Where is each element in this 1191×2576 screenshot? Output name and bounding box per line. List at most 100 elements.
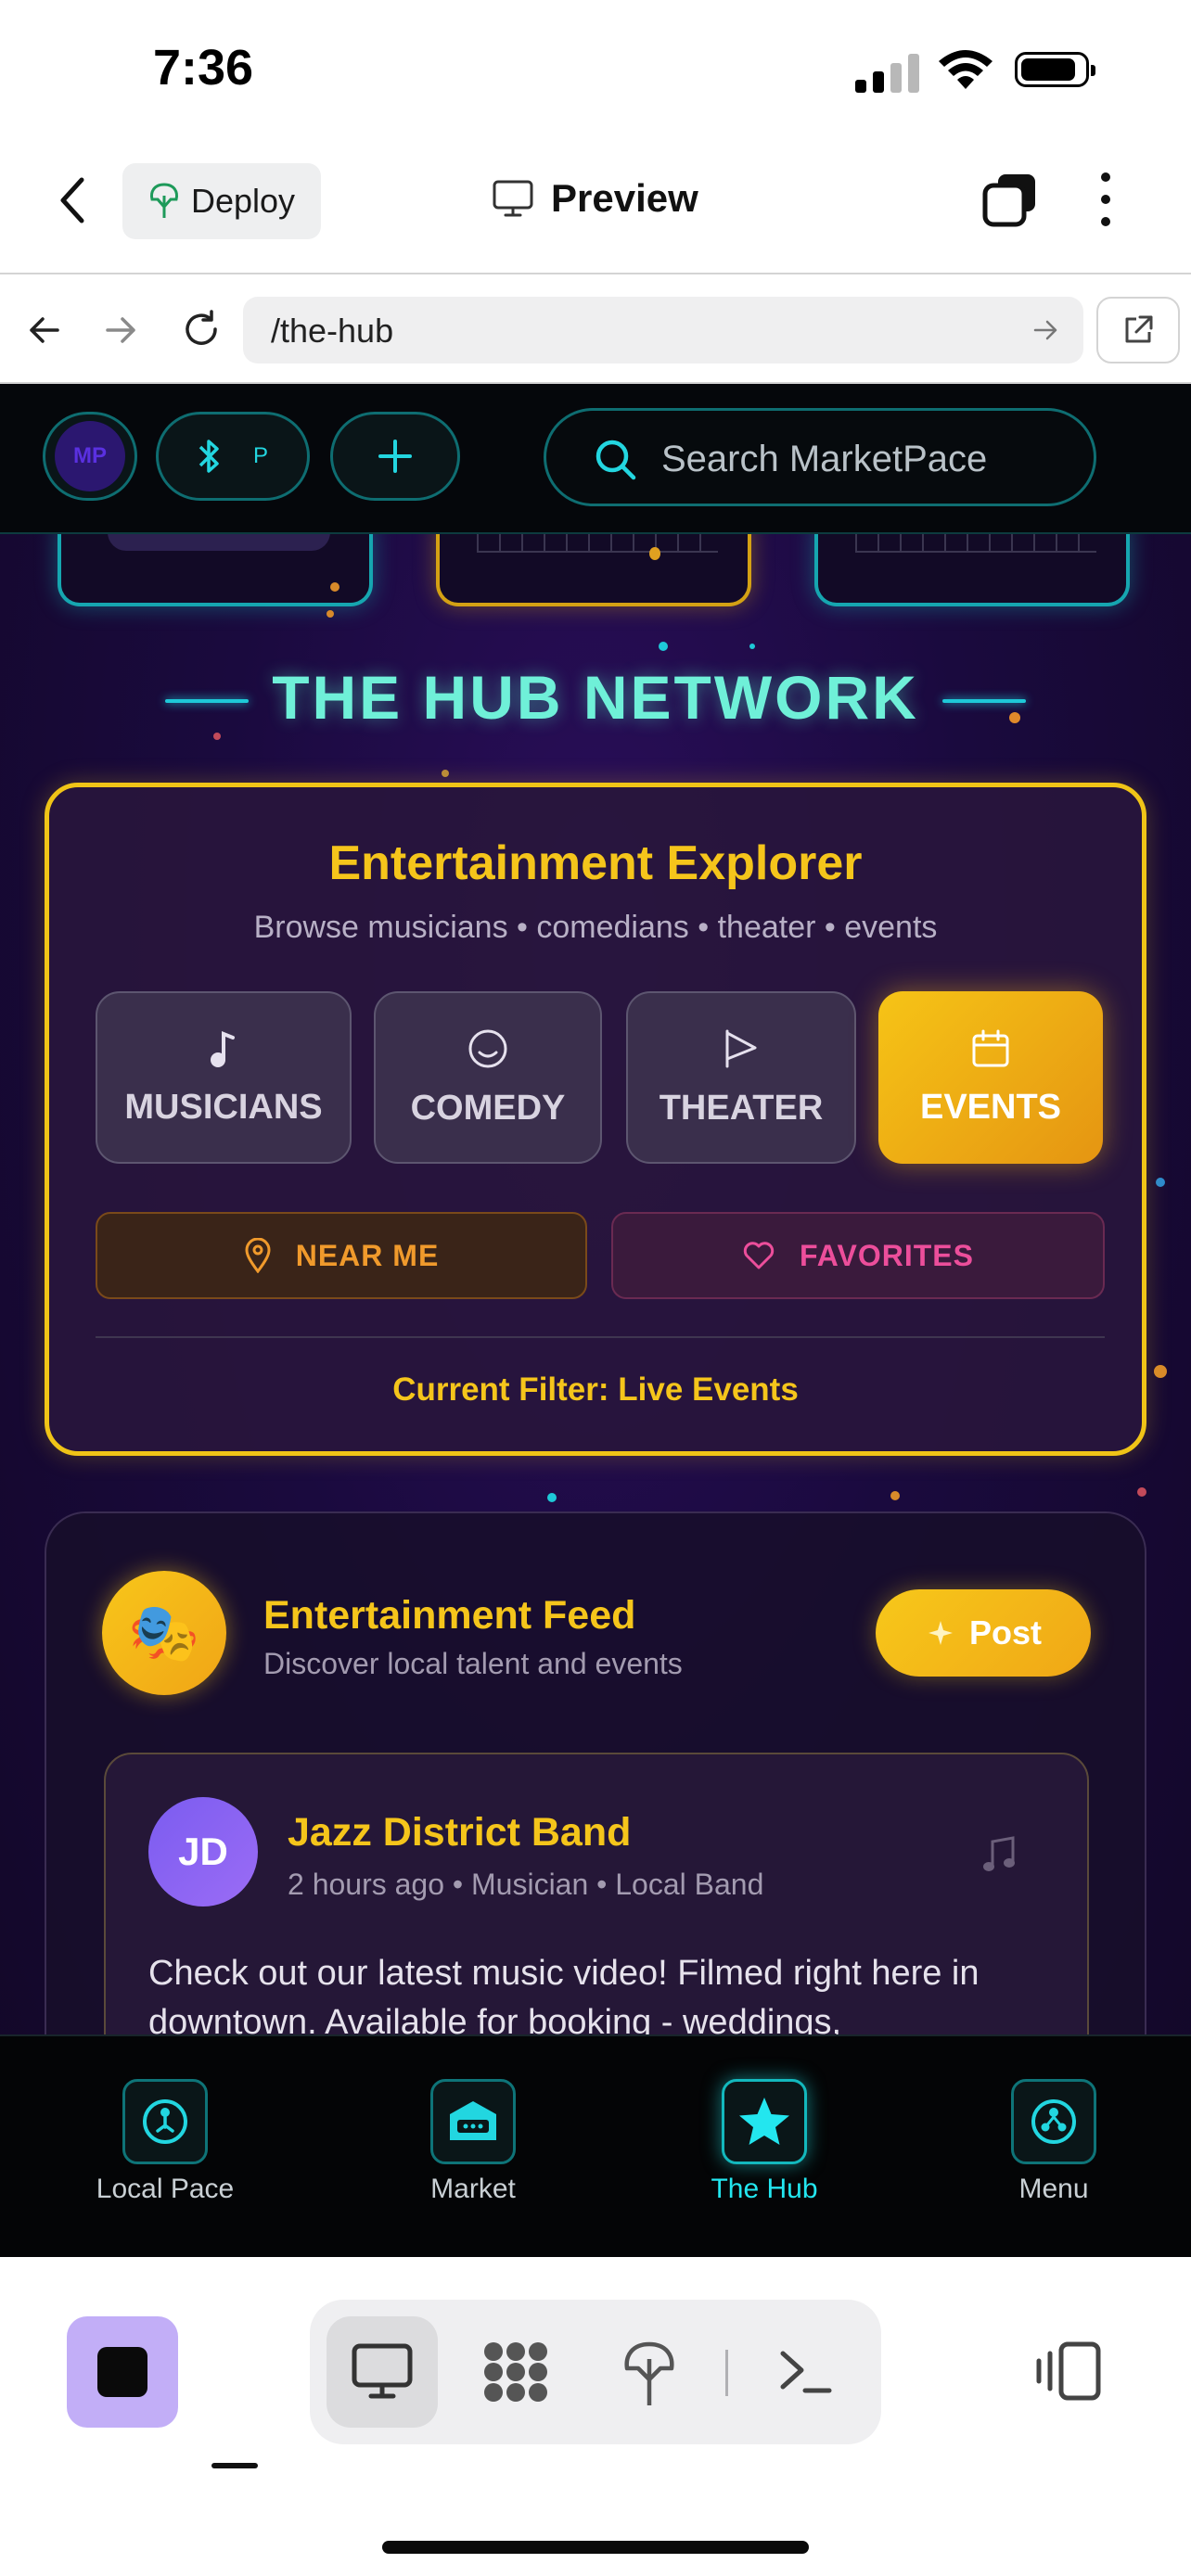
site-bottom-nav: Local Pace Market The Hub Menu bbox=[0, 2034, 1191, 2257]
particle bbox=[327, 610, 334, 618]
category-events-button[interactable]: EVENTS bbox=[878, 991, 1103, 1164]
preview-label: Preview bbox=[551, 176, 698, 220]
search-input[interactable]: Search MarketPace bbox=[544, 408, 1096, 506]
market-icon bbox=[430, 2079, 516, 2164]
open-external-button[interactable] bbox=[1096, 297, 1180, 363]
top-card-right bbox=[814, 523, 1130, 606]
deploy-tree-icon bbox=[150, 183, 178, 218]
bluetooth-icon bbox=[198, 440, 219, 473]
home-indicator bbox=[382, 2541, 809, 2554]
terminal-icon[interactable] bbox=[777, 2348, 833, 2398]
avatar[interactable]: JD bbox=[148, 1797, 258, 1906]
active-indicator bbox=[211, 2463, 258, 2468]
particle bbox=[1154, 1365, 1167, 1378]
smile-icon bbox=[468, 1029, 507, 1067]
star-icon bbox=[722, 2079, 807, 2164]
category-label: COMEDY bbox=[410, 1088, 566, 1128]
post-meta: 2 hours ago • Musician • Local Band bbox=[288, 1868, 764, 1901]
stop-icon bbox=[97, 2347, 147, 2397]
hub-title: THE HUB NETWORK bbox=[272, 663, 919, 732]
bluetooth-label: P bbox=[252, 443, 268, 468]
web-content: MP P Search MarketPace THE HUB NETWORK E… bbox=[0, 384, 1191, 2257]
top-card-center bbox=[436, 523, 751, 606]
apps-grid-icon[interactable] bbox=[480, 2339, 551, 2405]
monitor-icon bbox=[493, 180, 533, 217]
post-label: Post bbox=[968, 1613, 1042, 1651]
favorites-button[interactable]: FAVORITES bbox=[611, 1212, 1105, 1299]
wifi-icon bbox=[939, 50, 992, 89]
feed-title: Entertainment Feed bbox=[263, 1593, 636, 1638]
cellular-signal-icon bbox=[855, 54, 919, 93]
browser-forward-icon[interactable] bbox=[102, 312, 139, 349]
nav-item-menu[interactable]: Menu bbox=[952, 2079, 1156, 2205]
tabs-icon[interactable] bbox=[981, 172, 1039, 230]
sparkle-icon bbox=[928, 1621, 953, 1645]
particle bbox=[749, 644, 755, 649]
nav-item-local-pace[interactable]: Local Pace bbox=[63, 2079, 267, 2205]
explorer-subtitle: Browse musicians • comedians • theater •… bbox=[253, 910, 938, 945]
deploy-button[interactable]: Deploy bbox=[122, 163, 321, 239]
browser-back-icon[interactable] bbox=[26, 312, 63, 349]
category-label: MUSICIANS bbox=[124, 1087, 323, 1127]
nav-item-the-hub[interactable]: The Hub bbox=[662, 2079, 866, 2205]
post-author[interactable]: Jazz District Band bbox=[288, 1810, 631, 1855]
nav-label: The Hub bbox=[711, 2174, 818, 2204]
site-top-bar: MP P Search MarketPace bbox=[0, 384, 1191, 534]
play-flag-icon bbox=[725, 1029, 757, 1067]
music-note-icon bbox=[211, 1030, 235, 1067]
deploy-icon[interactable] bbox=[621, 2340, 677, 2407]
near-me-button[interactable]: NEAR ME bbox=[96, 1212, 587, 1299]
category-label: EVENTS bbox=[919, 1087, 1062, 1127]
particle bbox=[547, 1493, 557, 1502]
favorites-label: FAVORITES bbox=[800, 1238, 974, 1272]
url-field[interactable]: /the-hub bbox=[243, 297, 1083, 363]
theater-masks-icon: 🎭 bbox=[102, 1571, 226, 1695]
post-body: Check out our latest music video! Filmed… bbox=[148, 1954, 980, 2042]
feed-subtitle: Discover local talent and events bbox=[263, 1647, 683, 1680]
entertainment-explorer-panel: Entertainment Explorer Browse musicians … bbox=[45, 783, 1146, 1456]
explorer-divider bbox=[96, 1336, 1105, 1338]
search-placeholder: Search MarketPace bbox=[661, 439, 988, 479]
near-me-label: NEAR ME bbox=[295, 1238, 440, 1272]
more-options-icon[interactable] bbox=[1095, 172, 1117, 228]
local-pace-icon bbox=[122, 2079, 208, 2164]
particle bbox=[442, 770, 449, 777]
calendar-icon bbox=[972, 1029, 1009, 1066]
location-pin-icon bbox=[245, 1238, 271, 1273]
particle bbox=[1137, 1487, 1146, 1497]
category-musicians-button[interactable]: MUSICIANS bbox=[96, 991, 352, 1164]
url-text: /the-hub bbox=[271, 312, 394, 350]
search-icon bbox=[596, 440, 636, 480]
view-mode-segment bbox=[310, 2300, 881, 2444]
particle bbox=[213, 733, 221, 740]
nav-item-market[interactable]: Market bbox=[371, 2079, 575, 2205]
preview-title[interactable]: Preview bbox=[492, 176, 698, 221]
top-card-left bbox=[58, 523, 373, 606]
music-notes-icon bbox=[983, 1836, 1015, 1871]
deploy-label: Deploy bbox=[190, 182, 296, 220]
go-arrow-icon[interactable] bbox=[1033, 319, 1059, 341]
category-theater-button[interactable]: THEATER bbox=[626, 991, 856, 1164]
stop-app-button[interactable] bbox=[67, 2316, 178, 2428]
reload-icon[interactable] bbox=[180, 308, 223, 351]
bluetooth-button[interactable]: P bbox=[156, 412, 310, 501]
heart-icon bbox=[743, 1242, 775, 1269]
category-label: THEATER bbox=[659, 1088, 824, 1128]
category-comedy-button[interactable]: COMEDY bbox=[374, 991, 602, 1164]
device-toggle-icon[interactable] bbox=[1033, 2340, 1104, 2402]
nav-label: Menu bbox=[1018, 2174, 1089, 2204]
add-button[interactable] bbox=[330, 412, 460, 501]
current-filter-text: Current Filter: Live Events bbox=[392, 1371, 799, 1408]
nav-label: Market bbox=[430, 2174, 516, 2204]
particle bbox=[330, 582, 339, 592]
particle bbox=[1156, 1178, 1165, 1187]
mp-logo-button[interactable]: MP bbox=[43, 412, 137, 501]
menu-icon bbox=[1011, 2079, 1096, 2164]
mp-logo: MP bbox=[55, 421, 125, 491]
battery-icon bbox=[1015, 52, 1095, 87]
back-chevron-icon[interactable] bbox=[58, 174, 87, 226]
particle bbox=[890, 1491, 900, 1500]
post-button[interactable]: Post bbox=[876, 1589, 1091, 1677]
header-divider bbox=[0, 273, 1191, 274]
preview-monitor-icon[interactable] bbox=[351, 2342, 414, 2402]
